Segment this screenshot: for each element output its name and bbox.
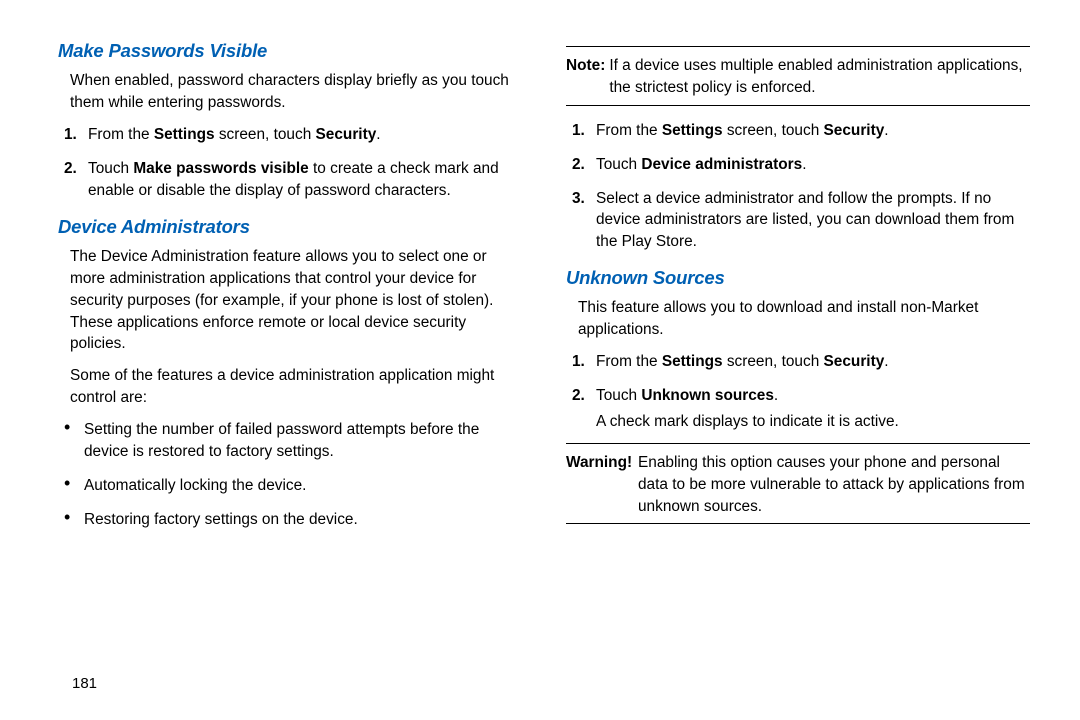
paragraph: When enabled, password characters displa…	[70, 70, 522, 114]
warning-body: Enabling this option causes your phone a…	[638, 452, 1030, 518]
step-number: 1.	[64, 124, 77, 146]
step-item: 1. From the Settings screen, touch Secur…	[594, 120, 1030, 142]
note-block: Note: If a device uses multiple enabled …	[566, 55, 1030, 99]
ordered-steps: 1. From the Settings screen, touch Secur…	[58, 124, 522, 202]
warning-block: Warning! Enabling this option causes you…	[566, 452, 1030, 518]
divider	[566, 443, 1030, 444]
step-number: 3.	[572, 188, 585, 210]
note-label: Note:	[566, 55, 605, 99]
step-item: 2. Touch Make passwords visible to creat…	[86, 158, 522, 202]
step-item: 1. From the Settings screen, touch Secur…	[594, 351, 1030, 373]
divider	[566, 46, 1030, 47]
page-number: 181	[72, 673, 97, 694]
step-number: 1.	[572, 351, 585, 373]
heading-make-passwords-visible: Make Passwords Visible	[58, 38, 522, 64]
paragraph: A check mark displays to indicate it is …	[596, 411, 1030, 433]
paragraph: This feature allows you to download and …	[578, 297, 1030, 341]
step-item: 2. Touch Unknown sources.	[594, 385, 1030, 407]
divider	[566, 523, 1030, 524]
note-body: If a device uses multiple enabled admini…	[609, 55, 1030, 99]
step-text: Touch Unknown sources.	[596, 387, 778, 404]
heading-device-administrators: Device Administrators	[58, 214, 522, 240]
step-text: From the Settings screen, touch Security…	[596, 353, 889, 370]
step-number: 2.	[572, 154, 585, 176]
step-number: 2.	[572, 385, 585, 407]
left-column: Make Passwords Visible When enabled, pas…	[58, 38, 522, 720]
step-number: 2.	[64, 158, 77, 180]
bullet-item: Automatically locking the device.	[80, 475, 522, 497]
step-item: 3. Select a device administrator and fol…	[594, 188, 1030, 254]
paragraph: Some of the features a device administra…	[70, 365, 522, 409]
warning-label: Warning!	[566, 452, 634, 518]
step-text: From the Settings screen, touch Security…	[88, 126, 381, 143]
bullet-item: Setting the number of failed password at…	[80, 419, 522, 463]
divider	[566, 105, 1030, 106]
document-page: Make Passwords Visible When enabled, pas…	[0, 0, 1080, 720]
bullet-list: Setting the number of failed password at…	[58, 419, 522, 531]
step-item: 1. From the Settings screen, touch Secur…	[86, 124, 522, 146]
step-text: Touch Make passwords visible to create a…	[88, 160, 499, 199]
step-text: Touch Device administrators.	[596, 156, 806, 173]
ordered-steps: 1. From the Settings screen, touch Secur…	[566, 351, 1030, 407]
step-number: 1.	[572, 120, 585, 142]
right-column: Note: If a device uses multiple enabled …	[566, 38, 1030, 720]
paragraph: The Device Administration feature allows…	[70, 246, 522, 355]
bullet-item: Restoring factory settings on the device…	[80, 509, 522, 531]
step-text: From the Settings screen, touch Security…	[596, 122, 889, 139]
step-item: 2. Touch Device administrators.	[594, 154, 1030, 176]
heading-unknown-sources: Unknown Sources	[566, 265, 1030, 291]
step-text: Select a device administrator and follow…	[596, 190, 1014, 251]
ordered-steps: 1. From the Settings screen, touch Secur…	[566, 120, 1030, 253]
